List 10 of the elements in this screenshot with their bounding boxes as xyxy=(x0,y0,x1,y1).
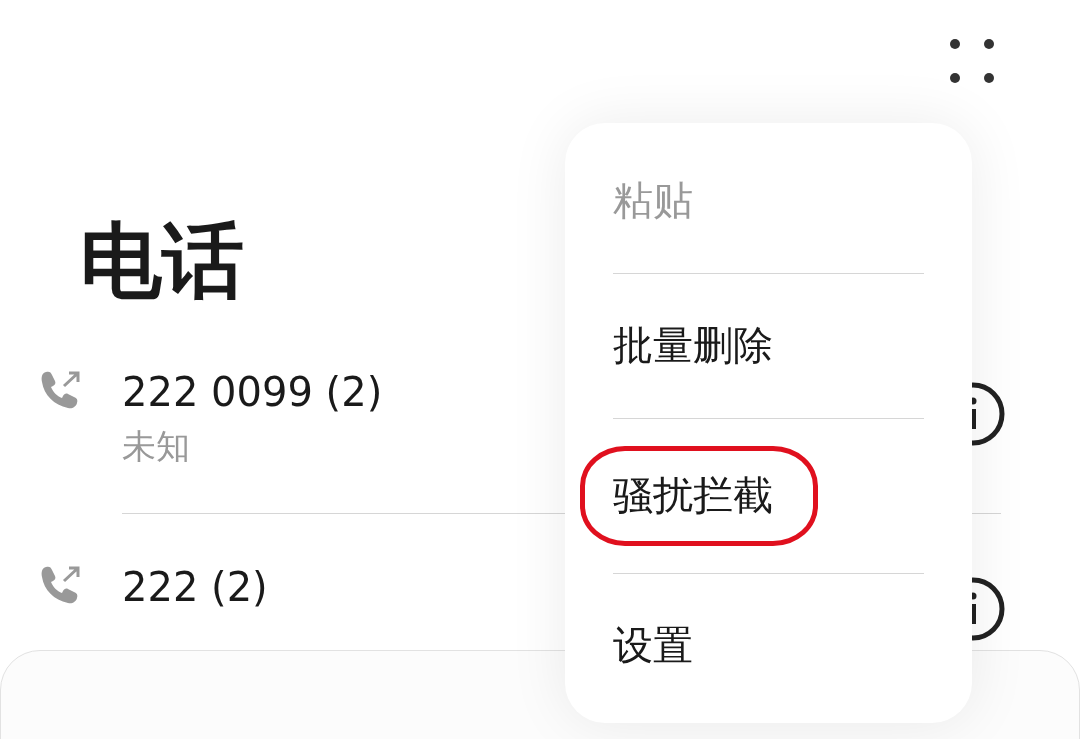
outgoing-call-icon xyxy=(40,565,82,605)
menu-item[interactable]: 设置 xyxy=(613,573,693,718)
phone-number: 222 0099 (2) xyxy=(122,368,384,416)
page-title: 电话 xyxy=(80,220,245,310)
menu-item[interactable]: 批量删除 xyxy=(613,273,773,418)
caller-label: 未知 xyxy=(122,425,191,468)
phone-number: 222 (2) xyxy=(122,563,269,611)
menu-item[interactable]: 骚扰拦截 xyxy=(580,445,818,546)
more-icon[interactable] xyxy=(949,38,995,84)
outgoing-call-icon xyxy=(40,370,82,410)
